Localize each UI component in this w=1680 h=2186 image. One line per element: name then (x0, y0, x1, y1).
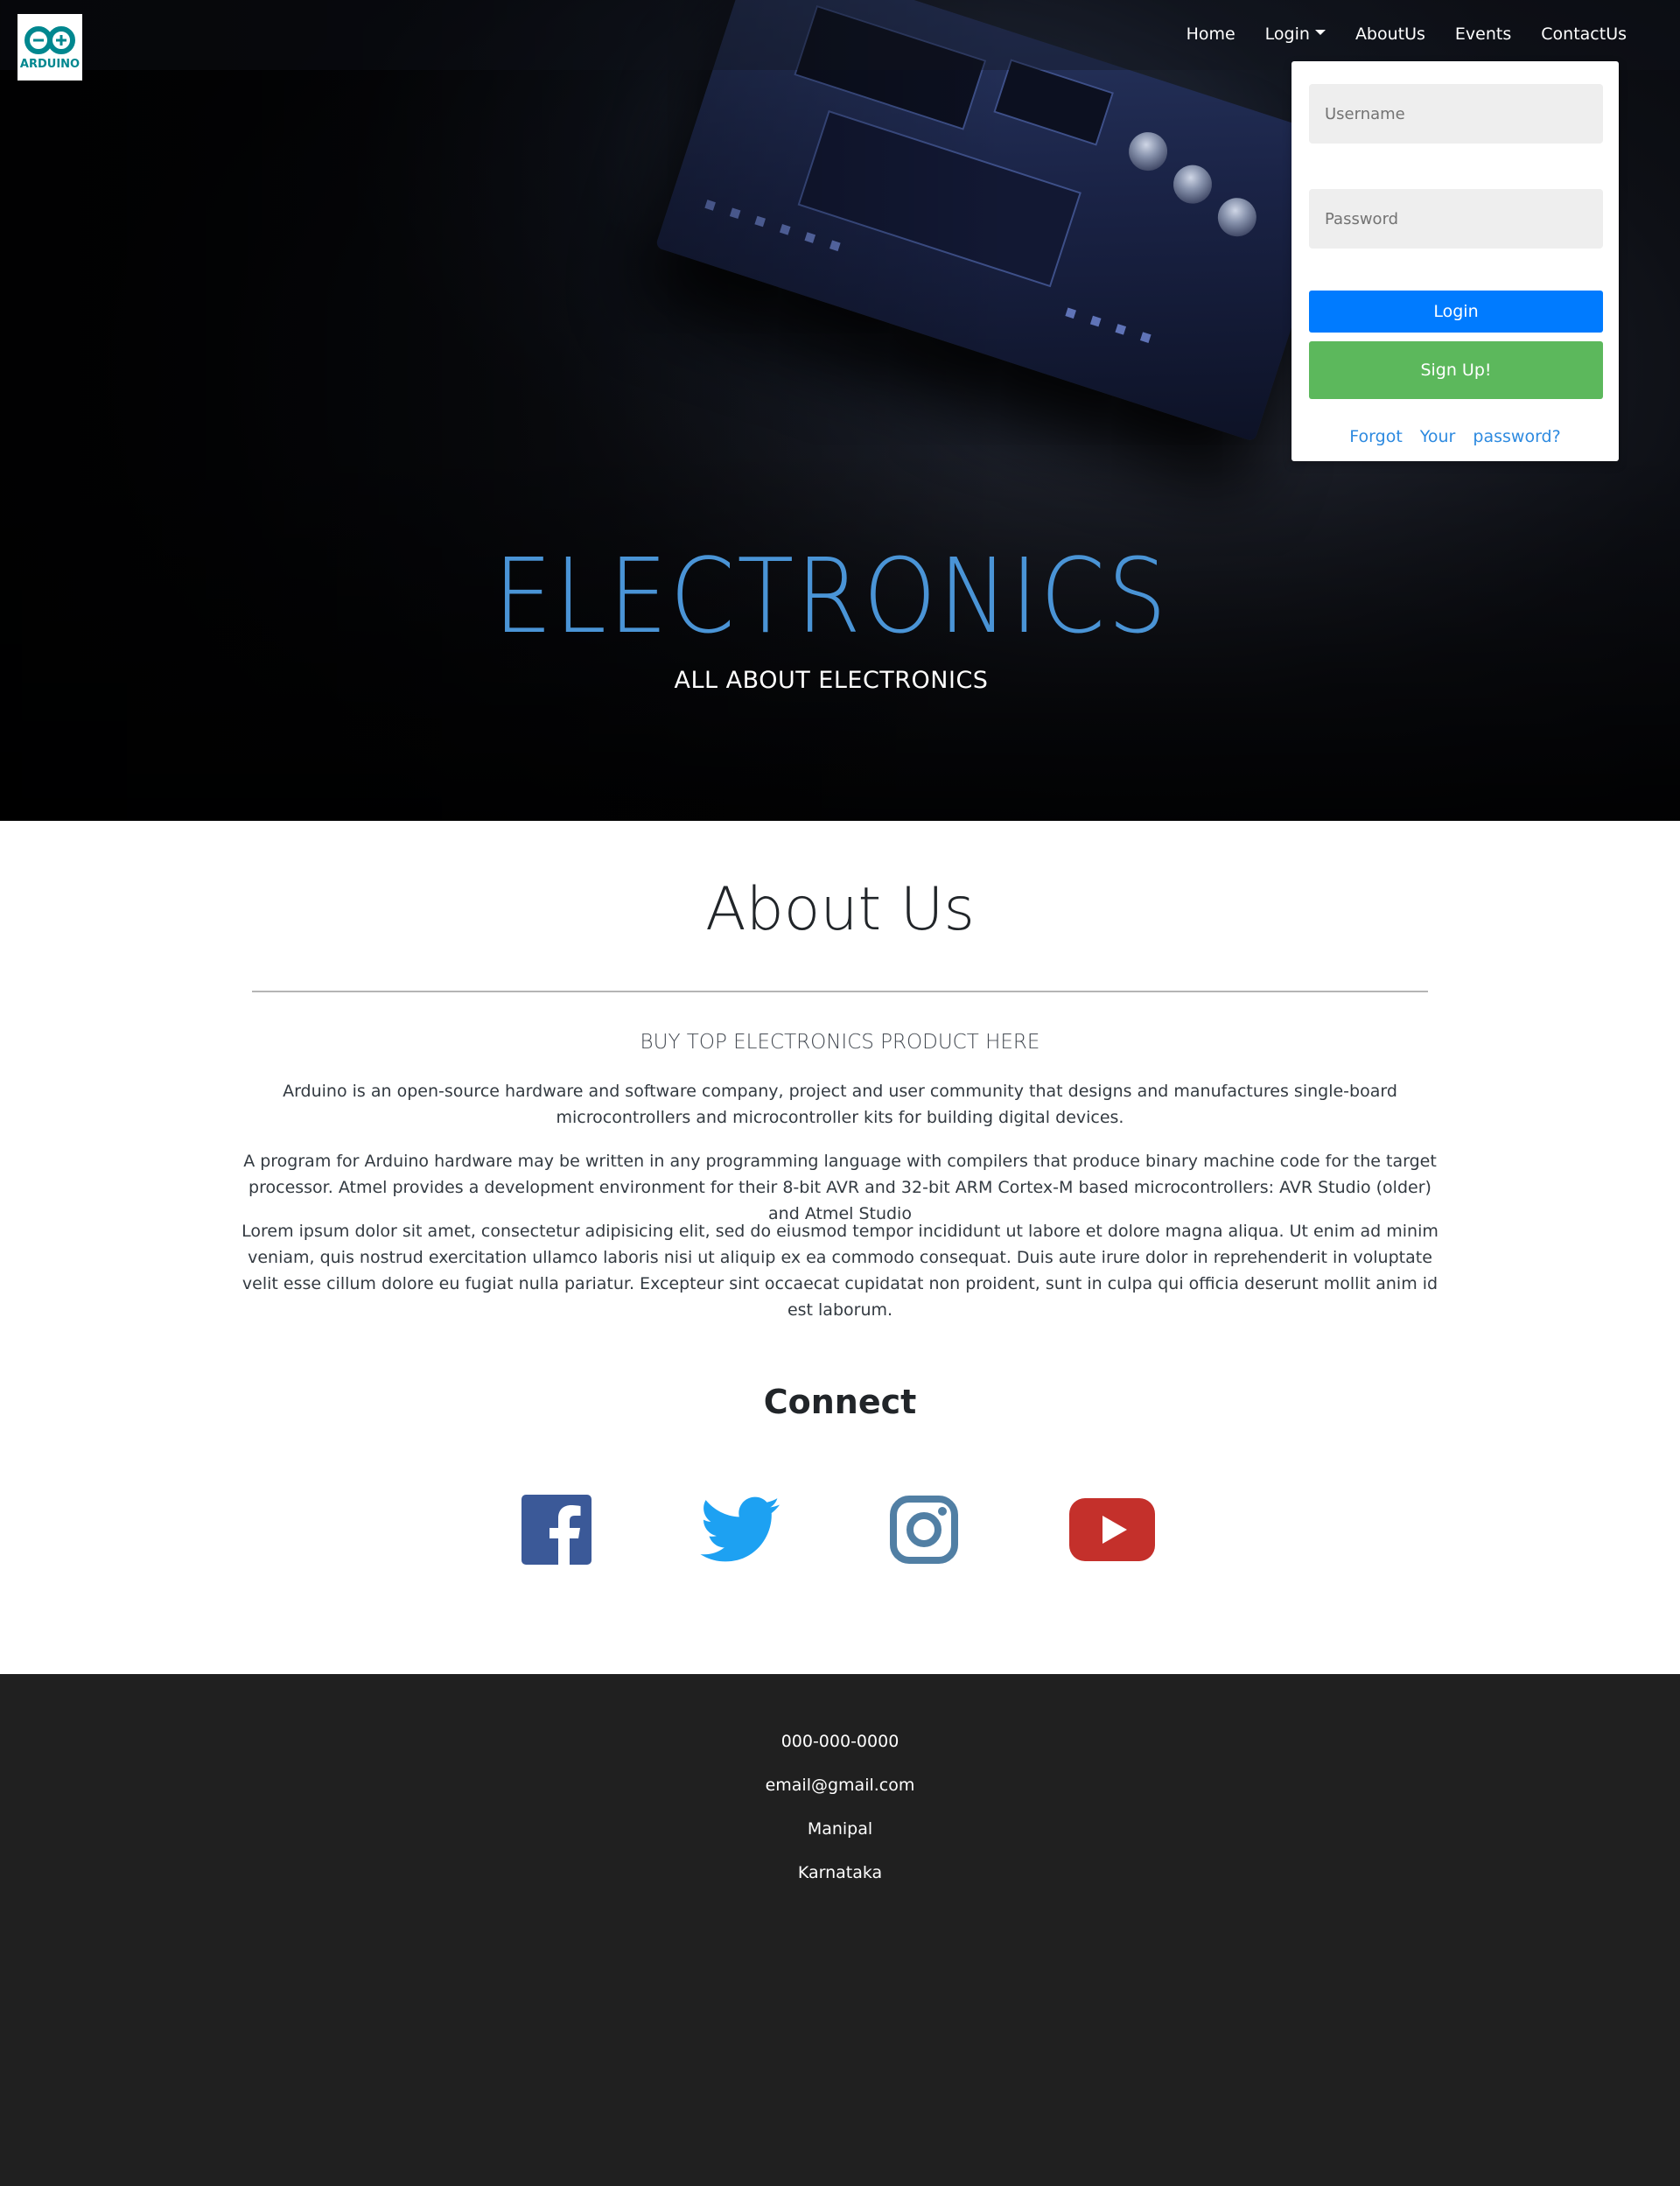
login-button[interactable]: Login (1309, 291, 1603, 333)
divider (252, 991, 1428, 992)
infinity-logo-icon (24, 25, 75, 54)
logo-text: ARDUINO (19, 57, 80, 71)
nav-login-dropdown[interactable]: Login (1250, 25, 1340, 44)
youtube-icon[interactable] (1069, 1498, 1155, 1566)
footer-email: email@gmail.com (765, 1776, 915, 1795)
nav-home[interactable]: Home (1172, 25, 1250, 44)
nav-contactus[interactable]: ContactUs (1526, 25, 1642, 44)
about-paragraph-3: Lorem ipsum dolor sit amet, consectetur … (242, 1222, 1438, 1320)
facebook-icon[interactable] (522, 1495, 592, 1569)
twitter-icon[interactable] (700, 1496, 780, 1569)
username-input[interactable] (1309, 84, 1603, 144)
nav-links: Home Login AboutUs Events ContactUs (1172, 25, 1642, 44)
signup-button[interactable]: Sign Up! (1309, 341, 1603, 399)
instagram-icon[interactable] (889, 1495, 959, 1569)
connect-title: Connect (763, 1383, 917, 1421)
hero-title: ELECTRONICS (494, 536, 1169, 656)
password-input[interactable] (1309, 189, 1603, 249)
hero-subtitle: ALL ABOUT ELECTRONICS (674, 667, 989, 694)
navbar: ARDUINO Home Login AboutUs Events Contac… (0, 0, 1680, 81)
footer-city: Manipal (807, 1819, 873, 1839)
nav-events[interactable]: Events (1440, 25, 1526, 44)
footer-phone: 000-000-0000 (780, 1732, 900, 1751)
arduino-logo[interactable]: ARDUINO (18, 14, 82, 81)
footer: 000-000-0000 email@gmail.com Manipal Kar… (0, 1674, 1680, 2186)
login-dropdown-menu: Login Sign Up! Forgot Your password? (1292, 61, 1619, 461)
footer-state: Karnataka (797, 1863, 883, 1882)
about-paragraph-2: A program for Arduino hardware may be wr… (243, 1152, 1437, 1223)
nav-aboutus[interactable]: AboutUs (1340, 25, 1440, 44)
about-subtitle: BUY TOP ELECTRONICS PRODUCT HERE (640, 1031, 1040, 1054)
about-title: About Us (705, 875, 975, 944)
about-paragraph-1: Arduino is an open-source hardware and s… (283, 1082, 1397, 1127)
forgot-password-link[interactable]: Forgot Your password? (1292, 427, 1619, 446)
nav-login-label: Login (1264, 25, 1310, 44)
caret-down-icon (1314, 30, 1326, 35)
